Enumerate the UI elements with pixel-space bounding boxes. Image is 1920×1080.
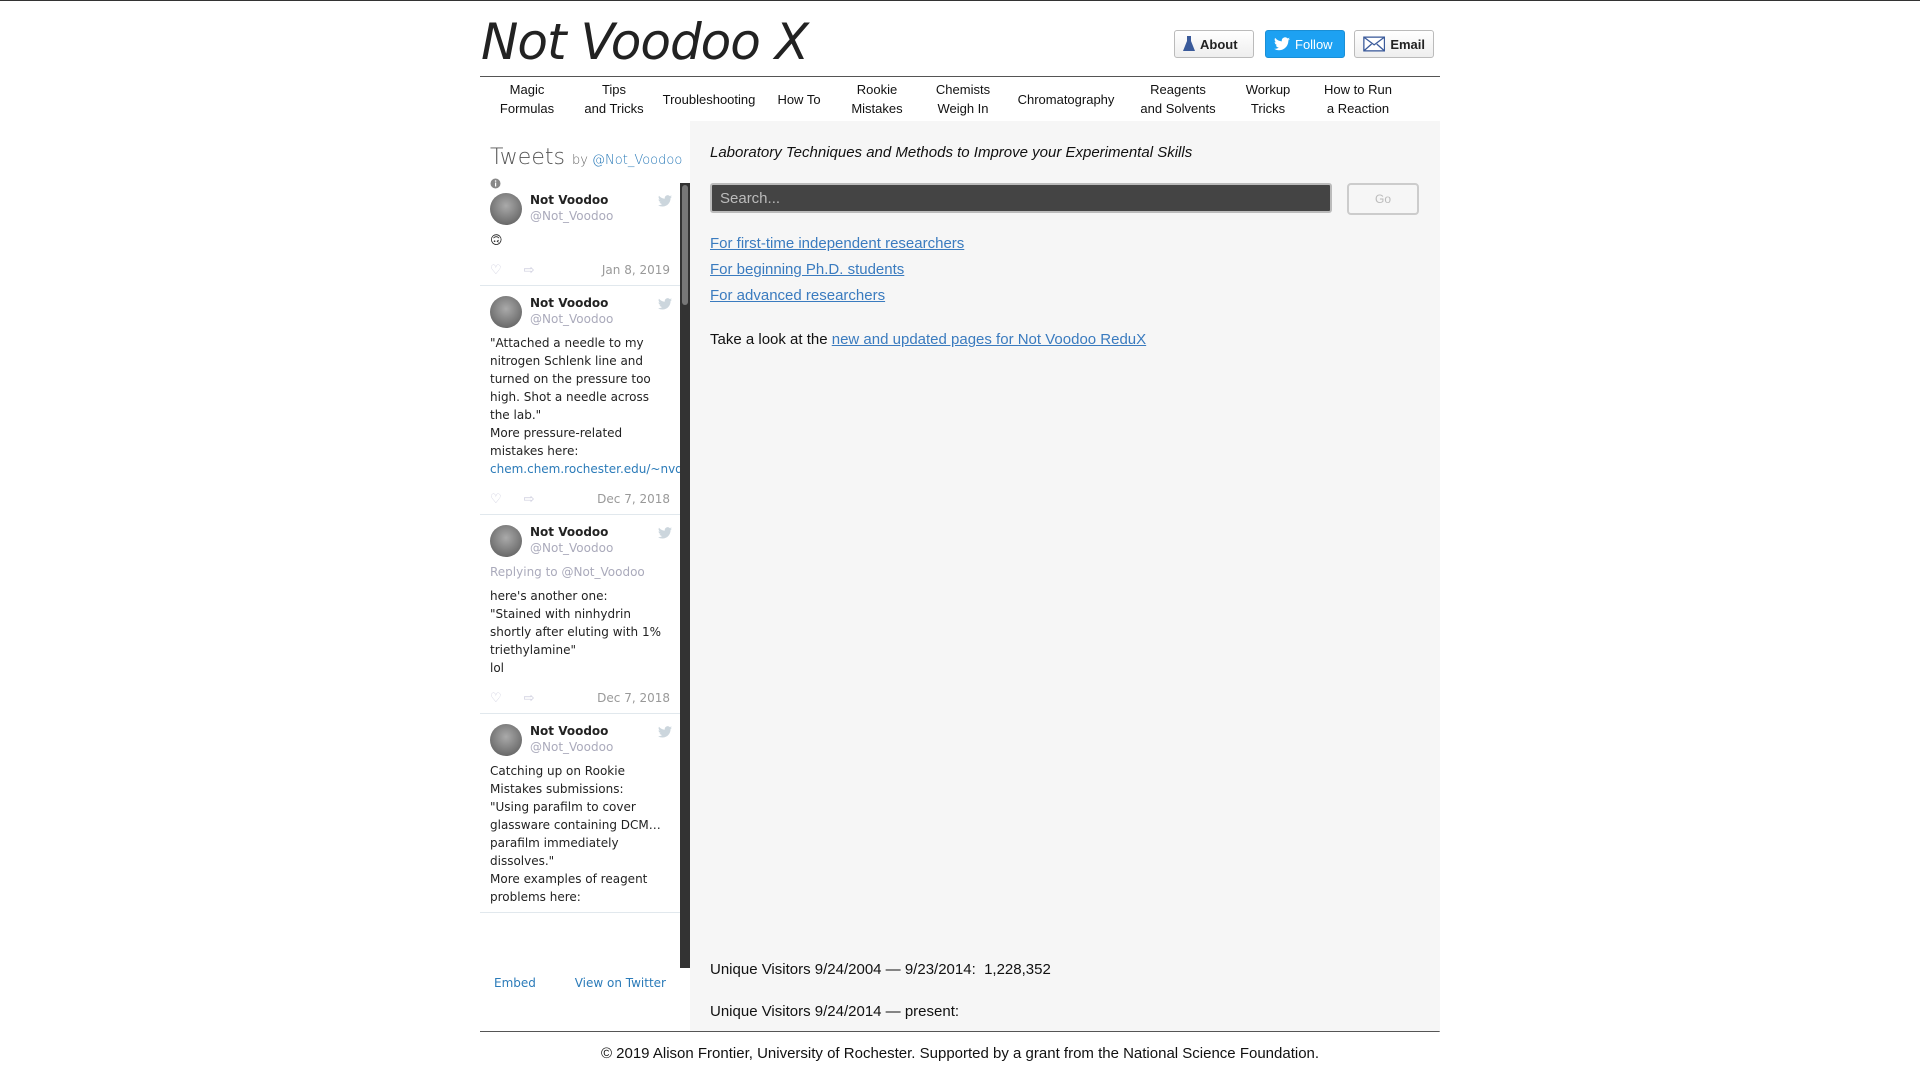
twitter-bird-icon[interactable] <box>658 527 672 539</box>
tweet-date[interactable]: Dec 7, 2018 <box>597 492 670 506</box>
tweet-author-handle[interactable]: @Not_Voodoo <box>530 209 670 223</box>
twitter-timeline-widget: Tweets by @Not_Voodoo Not Voodoo @Not_Vo… <box>480 121 690 1031</box>
nav-item-how-to-run-a-reaction[interactable]: How to Run a Reaction <box>1306 80 1410 118</box>
search-input[interactable] <box>710 183 1332 213</box>
site-logo[interactable]: Not Voodoo X <box>481 12 809 72</box>
email-button-label: Email <box>1390 36 1425 52</box>
tweet-text: Catching up on Rookie Mistakes submissio… <box>490 764 661 904</box>
tweet-author-handle[interactable]: @Not_Voodoo <box>530 740 670 754</box>
tweet-actions: ♡ ⇨ Dec 7, 2018 <box>490 490 670 508</box>
twitter-bird-icon[interactable] <box>658 195 672 207</box>
tweet-actions: ♡ ⇨ Jan 8, 2019 <box>490 261 670 279</box>
tweet-author-handle[interactable]: @Not_Voodoo <box>530 541 670 555</box>
heart-icon[interactable]: ♡ <box>490 263 502 278</box>
share-icon[interactable]: ⇨ <box>524 263 535 278</box>
main-nav: Magic Formulas Tips and Tricks Troublesh… <box>480 76 1440 122</box>
nav-item-chemists-weigh-in[interactable]: Chemists Weigh In <box>920 80 1006 118</box>
tweet-actions: ♡ ⇨ Dec 7, 2018 <box>490 689 670 707</box>
nav-item-chromatography[interactable]: Chromatography <box>1006 90 1126 109</box>
copyright: © 2019 Alison Frontier, University of Ro… <box>600 1045 1320 1062</box>
tweets-title: Tweets <box>490 145 565 170</box>
tweet-list[interactable]: Not Voodoo @Not_Voodoo 🙃 ♡ ⇨ Jan 8, 2019… <box>480 183 680 968</box>
tweet-link[interactable]: chem.chem.rochester.edu/~nvd/pages/roo… <box>490 460 680 478</box>
tweets-footer: Embed View on Twitter <box>480 976 680 990</box>
envelope-icon <box>1363 36 1386 52</box>
link-advanced-researchers[interactable]: For advanced researchers <box>710 287 885 304</box>
tweet-item[interactable]: Not Voodoo @Not_Voodoo Replying to @Not_… <box>480 515 680 714</box>
tweet-avatar[interactable] <box>490 525 522 557</box>
tweets-handle-link[interactable]: @Not_Voodoo <box>592 153 682 168</box>
tweet-reply-to[interactable]: Replying to @Not_Voodoo <box>490 565 670 579</box>
view-on-twitter-link[interactable]: View on Twitter <box>575 976 666 990</box>
tweet-date[interactable]: Jan 8, 2019 <box>602 263 670 277</box>
tweet-text: 🙃 <box>490 233 503 247</box>
link-first-time-researchers[interactable]: For first-time independent researchers <box>710 235 964 252</box>
twitter-bird-icon[interactable] <box>658 298 672 310</box>
link-beginning-phd-students[interactable]: For beginning Ph.D. students <box>710 261 904 278</box>
main-content: Laboratory Techniques and Methods to Imp… <box>690 121 1440 1031</box>
tweet-author-name[interactable]: Not Voodoo <box>530 193 670 207</box>
tweet-item[interactable]: Not Voodoo @Not_Voodoo Catching up on Ro… <box>480 714 680 913</box>
tweet-date[interactable]: Dec 7, 2018 <box>597 691 670 705</box>
twitter-bird-icon <box>1274 37 1290 51</box>
nav-item-reagents-and-solvents[interactable]: Reagents and Solvents <box>1126 80 1230 118</box>
visitor-count-2004-2014: Unique Visitors 9/24/2004 — 9/23/2014: 1… <box>710 961 1051 978</box>
share-icon[interactable]: ⇨ <box>524 691 535 706</box>
tweet-author-name[interactable]: Not Voodoo <box>530 525 670 539</box>
search-go-button[interactable]: Go <box>1347 183 1419 215</box>
about-button-label: About <box>1200 36 1238 52</box>
tweet-item[interactable]: Not Voodoo @Not_Voodoo "Attached a needl… <box>480 286 680 515</box>
tweet-avatar[interactable] <box>490 193 522 225</box>
visitor-count-present: Unique Visitors 9/24/2014 — present: <box>710 1003 960 1020</box>
heart-icon[interactable]: ♡ <box>490 492 502 507</box>
redux-notice: Take a look at the new and updated pages… <box>710 331 1146 348</box>
tweet-author-handle[interactable]: @Not_Voodoo <box>530 312 670 326</box>
twitter-bird-icon[interactable] <box>658 726 672 738</box>
tweet-text: "Attached a needle to my nitrogen Schlen… <box>490 336 651 458</box>
embed-link[interactable]: Embed <box>494 976 536 990</box>
tweet-list-scrollbar-thumb[interactable] <box>682 185 688 305</box>
tweets-by-label: by <box>571 153 588 168</box>
tweet-avatar[interactable] <box>490 296 522 328</box>
nav-item-rookie-mistakes[interactable]: Rookie Mistakes <box>834 80 920 118</box>
share-icon[interactable]: ⇨ <box>524 492 535 507</box>
nav-item-how-to[interactable]: How To <box>764 90 834 109</box>
nav-item-magic-formulas[interactable]: Magic Formulas <box>480 80 574 118</box>
flask-icon <box>1183 36 1195 51</box>
email-button[interactable]: Email <box>1354 30 1434 58</box>
redux-prefix: Take a look at the <box>710 331 832 348</box>
nav-item-troubleshooting[interactable]: Troubleshooting <box>654 90 764 109</box>
heart-icon[interactable]: ♡ <box>490 691 502 706</box>
tweet-author-name[interactable]: Not Voodoo <box>530 724 670 738</box>
content-frame: Tweets by @Not_Voodoo Not Voodoo @Not_Vo… <box>480 121 1440 1032</box>
tweet-author-name[interactable]: Not Voodoo <box>530 296 670 310</box>
tweet-avatar[interactable] <box>490 724 522 756</box>
tweet-text: here's another one: "Stained with ninhyd… <box>490 589 661 675</box>
nav-item-workup-tricks[interactable]: Workup Tricks <box>1230 80 1306 118</box>
about-button[interactable]: About <box>1174 30 1254 58</box>
nav-item-tips-and-tricks[interactable]: Tips and Tricks <box>574 80 654 118</box>
redux-link[interactable]: new and updated pages for Not Voodoo Red… <box>832 331 1146 348</box>
tweet-item[interactable]: Not Voodoo @Not_Voodoo 🙃 ♡ ⇨ Jan 8, 2019 <box>480 183 680 286</box>
follow-button-label: Follow <box>1295 36 1333 52</box>
twitter-follow-button[interactable]: Follow <box>1265 30 1345 58</box>
tagline: Laboratory Techniques and Methods to Imp… <box>710 144 1193 161</box>
